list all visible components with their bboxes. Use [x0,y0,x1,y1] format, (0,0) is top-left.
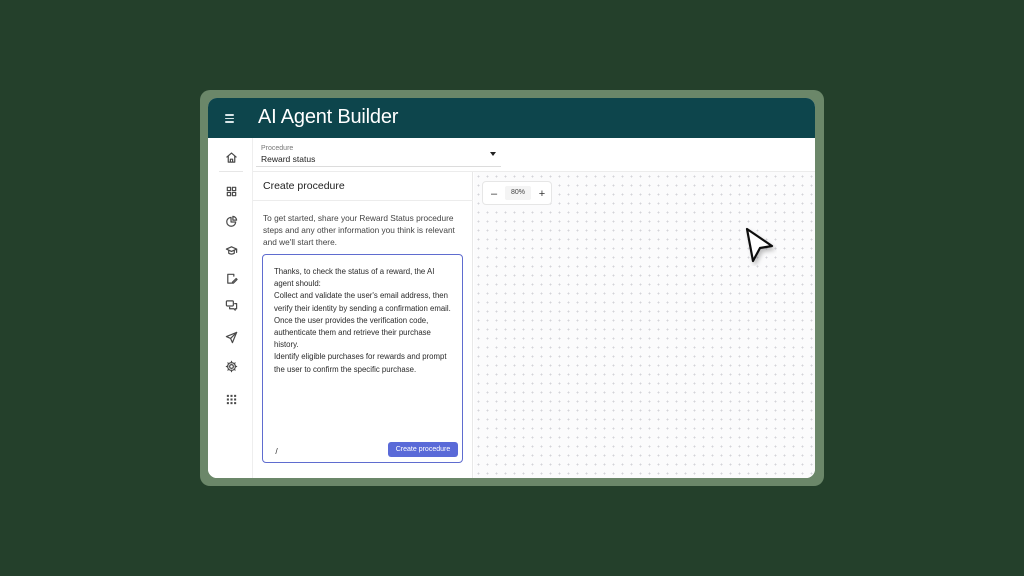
nav-rail [208,138,253,478]
send-icon[interactable] [224,330,238,344]
gear-icon[interactable] [224,359,238,373]
zoom-control: – 80% + [482,181,552,205]
chat-bubbles-icon[interactable] [224,298,238,312]
procedure-editor[interactable]: Thanks, to check the status of a reward,… [262,254,463,463]
editor-content[interactable]: Thanks, to check the status of a reward,… [274,266,456,376]
hamburger-menu-icon[interactable] [222,110,238,126]
create-procedure-button[interactable]: Create procedure [388,442,458,457]
rail-divider [219,171,243,172]
zoom-out-button[interactable]: – [489,188,499,200]
dots-grid-icon[interactable] [224,392,238,406]
graduation-cap-icon[interactable] [224,243,238,257]
panel-divider [253,200,473,201]
grid-apps-icon[interactable] [224,184,238,198]
app-title: AI Agent Builder [258,106,399,128]
panel-intro-text: To get started, share your Reward Status… [263,213,455,247]
editor-line: Once the user provides the verification … [274,315,431,350]
slash-command-button[interactable]: / [271,445,282,457]
document-edit-icon[interactable] [224,271,238,285]
zoom-in-button[interactable]: + [537,188,547,200]
caret-down-icon [490,152,496,156]
app-window: AI Agent Builder Procedure Reward status… [208,98,815,478]
panel-title: Create procedure [263,180,345,192]
home-icon[interactable] [224,150,238,164]
editor-line: Collect and validate the user's email ad… [274,291,451,313]
mouse-pointer-icon [745,227,774,263]
zoom-level: 80% [505,186,531,200]
pie-chart-icon[interactable] [224,214,238,228]
procedure-select-value: Reward status [261,154,316,164]
app-header: AI Agent Builder [208,98,815,138]
flow-canvas[interactable]: – 80% + [474,172,815,478]
create-procedure-panel: Create procedure To get started, share y… [253,172,473,478]
editor-line: Identify eligible purchases for rewards … [274,352,447,374]
procedure-select-label: Procedure [261,145,294,152]
procedure-select[interactable]: Procedure Reward status [256,143,501,167]
editor-line: Thanks, to check the status of a reward,… [274,267,435,289]
